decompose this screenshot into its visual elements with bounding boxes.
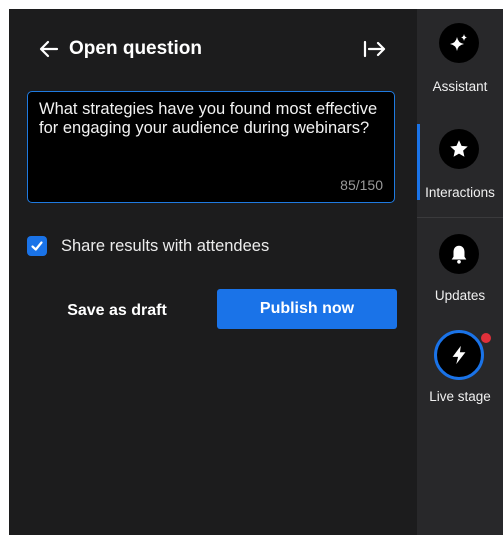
rail-label-live-stage: Live stage [429, 389, 491, 404]
question-textarea[interactable]: What strategies have you found most effe… [27, 91, 395, 203]
rail-item-interactions[interactable]: Interactions [417, 119, 503, 209]
save-as-draft-button[interactable]: Save as draft [53, 292, 181, 330]
interactions-icon-button [439, 129, 479, 169]
arrow-right-to-bar-icon [363, 40, 386, 58]
arrow-left-icon [39, 40, 59, 58]
lightning-icon [452, 345, 466, 365]
checkmark-icon [31, 241, 43, 251]
rail-divider [417, 217, 503, 218]
open-question-panel: Open question What strategies have you f… [9, 9, 417, 535]
sparkle-icon [450, 34, 467, 51]
notification-dot [479, 331, 493, 345]
rail-label-updates: Updates [434, 288, 486, 303]
page-title: Open question [69, 38, 202, 59]
collapse-panel-button[interactable] [361, 37, 389, 61]
rail-label-assistant: Assistant [432, 79, 488, 94]
share-results-option[interactable]: Share results with attendees [27, 235, 269, 257]
rail-label-interactions: Interactions [425, 185, 495, 200]
live-stage-icon-button [434, 330, 484, 380]
share-results-label: Share results with attendees [61, 236, 270, 255]
updates-icon-button [439, 234, 479, 274]
publish-now-button[interactable]: Publish now [217, 289, 397, 329]
character-counter: 85/150 [340, 177, 383, 193]
assistant-icon-button [439, 23, 479, 63]
bell-icon [451, 245, 467, 264]
panel-header: Open question [9, 9, 417, 89]
share-results-checkbox[interactable] [27, 236, 47, 256]
rail-item-updates[interactable]: Updates [417, 224, 503, 314]
star-icon [450, 140, 468, 157]
back-button[interactable] [37, 37, 61, 61]
rail-item-assistant[interactable]: Assistant [417, 9, 503, 109]
side-navigation-rail: Assistant Interactions Updates Live stag… [417, 9, 503, 535]
question-text: What strategies have you found most effe… [39, 100, 378, 137]
